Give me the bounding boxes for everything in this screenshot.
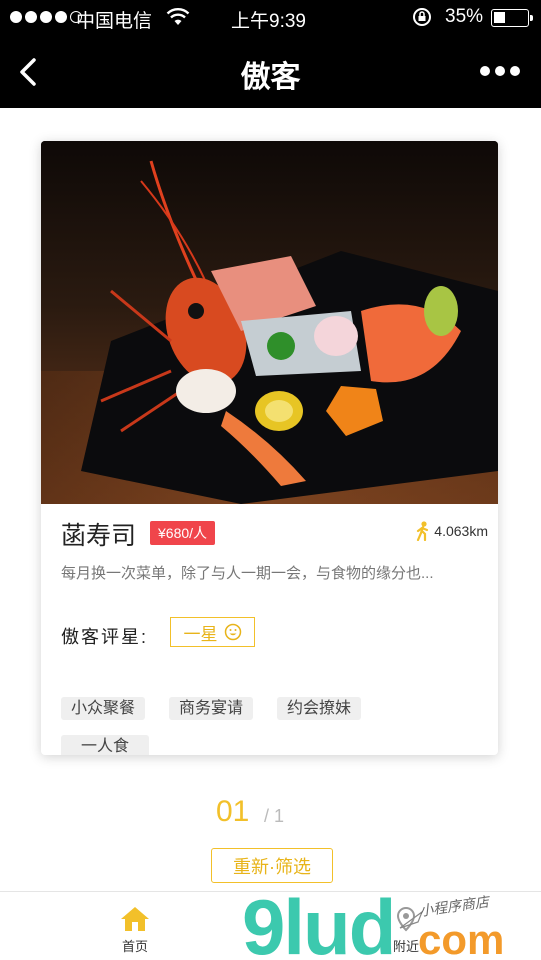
- page-indicator: 01 / 1: [216, 795, 284, 829]
- distance-value: 4.063km: [434, 523, 488, 539]
- page-title: 傲客: [240, 61, 301, 94]
- tab-home-label: 首页: [121, 939, 148, 954]
- rating-value: 一星: [183, 624, 218, 644]
- restaurant-name: 菡寿司: [61, 522, 137, 550]
- restaurant-card[interactable]: 菡寿司 ¥680/人 4.063km 每月换一次菜单，除了与人一期一会，与食物的…: [41, 141, 498, 755]
- battery-percentage: 35%: [445, 6, 484, 27]
- rating-badge: 一星: [170, 617, 255, 647]
- total-pages: / 1: [264, 806, 285, 826]
- home-icon: [121, 907, 149, 931]
- tag-item[interactable]: 商务宴请: [169, 697, 254, 720]
- walking-person-icon: [417, 521, 429, 541]
- signal-strength-icon: [10, 11, 82, 23]
- current-page: 01: [216, 795, 250, 828]
- refilter-button[interactable]: 重新·筛选: [211, 848, 333, 883]
- status-time: 上午9:39: [231, 11, 306, 32]
- more-options-icon[interactable]: [480, 66, 520, 76]
- tag-item[interactable]: 小众聚餐: [61, 697, 146, 720]
- carrier-name: 中国电信: [76, 11, 153, 32]
- restaurant-photo: [41, 141, 498, 504]
- tab-home[interactable]: 首页: [85, 892, 185, 960]
- battery-icon: [491, 9, 533, 27]
- restaurant-description: 每月换一次菜单，除了与人一期一会，与食物的缘分也...: [61, 565, 434, 582]
- tag-item[interactable]: 一人食: [61, 735, 150, 755]
- tag-item[interactable]: 约会撩妹: [277, 697, 362, 720]
- navigation-bar: 傲客: [0, 36, 541, 108]
- rotation-lock-icon: [413, 8, 431, 26]
- rating-label: 傲客评星:: [61, 627, 149, 647]
- watermark-logo-text: 9lud: [242, 888, 394, 960]
- watermark-domain-text: com: [418, 916, 504, 960]
- price-badge: ¥680/人: [150, 521, 216, 545]
- distance-info: 4.063km: [416, 521, 488, 541]
- smiley-icon: [224, 623, 241, 641]
- wifi-icon: [166, 8, 190, 25]
- watermark-logo: 9lud com 小程序商店: [242, 888, 504, 960]
- status-bar: 中国电信 上午9:39 35%: [0, 0, 541, 36]
